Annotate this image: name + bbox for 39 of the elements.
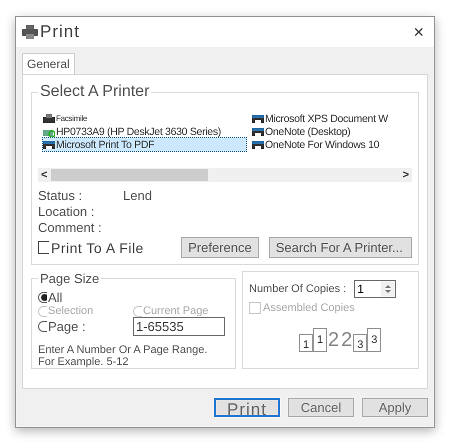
page-range-field[interactable]: 1-65535: [133, 317, 225, 336]
copies-spinner[interactable]: 1: [354, 280, 396, 298]
dialog-button[interactable]: Apply: [362, 398, 428, 417]
fax-icon: [43, 114, 55, 124]
info-value: Lend: [123, 188, 153, 203]
printer-item[interactable]: Microsoft XPS Document W: [251, 111, 412, 126]
collate-drawing: 1 1 22 3 3: [299, 328, 382, 352]
printer-icon: [252, 126, 264, 136]
printer-icon: [252, 114, 264, 124]
radio-option[interactable]: All: [38, 290, 133, 305]
scroll-right-button[interactable]: >: [402, 169, 409, 181]
window-title: Print: [40, 22, 81, 42]
printer-icon: [252, 140, 264, 150]
printer-icon: [22, 25, 38, 39]
search-printer-button[interactable]: Search For A Printer...: [268, 237, 412, 258]
printer-item[interactable]: OneNote (Desktop): [251, 124, 412, 139]
printer-item[interactable]: Microsoft Print To PDF: [42, 137, 247, 152]
dialog-button[interactable]: Cancel: [288, 398, 354, 417]
group-title: Page Size: [39, 271, 100, 286]
radio-option[interactable]: Page :: [38, 319, 133, 334]
info-label: Comment :: [38, 220, 103, 235]
printer-item[interactable]: Facsimile: [42, 111, 247, 126]
print-button[interactable]: Print: [214, 398, 280, 417]
group-title: Select A Printer: [39, 83, 150, 101]
print-to-file-checkbox[interactable]: Print To A File: [38, 240, 172, 256]
preference-button[interactable]: Preference: [181, 237, 259, 258]
info-label: Location :: [38, 204, 96, 219]
close-button[interactable]: ×: [409, 22, 428, 42]
printer-item[interactable]: OneNote For Windows 10: [251, 137, 412, 152]
printer-icon: [43, 140, 55, 150]
spin-button[interactable]: [381, 281, 396, 297]
copies-label: Number Of Copies :: [249, 283, 346, 295]
tab[interactable]: General: [22, 53, 75, 74]
hint-text: For Example. 5-12: [38, 356, 130, 368]
scroll-left-button[interactable]: <: [41, 169, 48, 181]
info-label: Status :: [38, 188, 84, 203]
scroll-bar[interactable]: < >: [38, 168, 412, 182]
hint-text: Enter A Number Or A Page Range.: [38, 344, 208, 356]
spin-arrows-icon: [385, 284, 392, 294]
